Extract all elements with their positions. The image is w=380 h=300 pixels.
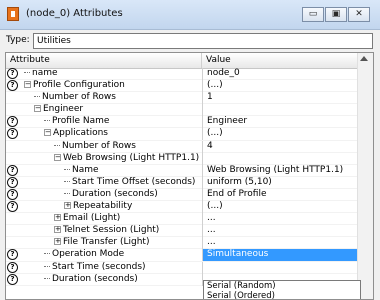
table-row[interactable]: + File Transfer (Light)...	[6, 237, 358, 250]
value-cell[interactable]	[202, 152, 358, 165]
attribute-cell: Number of Rows	[6, 92, 230, 104]
tree-line-icon	[64, 168, 70, 170]
table-row[interactable]: + Telnet Session (Light)...	[6, 225, 358, 238]
table-row[interactable]: ? Start Time Offset (seconds) uniform (5,1…	[6, 176, 358, 189]
attribute-label: Engineer	[43, 104, 84, 115]
tree-line-icon	[44, 120, 50, 122]
tree-line-icon	[44, 277, 50, 279]
app-icon	[7, 7, 19, 21]
attribute-cell: − Profile Configuration	[6, 80, 220, 92]
value-cell[interactable]: Engineer	[202, 116, 358, 129]
table-row[interactable]: ? + Repeatability (...)	[6, 201, 358, 214]
value-cell[interactable]: End of Profile	[202, 188, 358, 201]
attribute-label: Start Time Offset (seconds)	[72, 176, 196, 187]
value-cell[interactable]: (...)	[202, 80, 358, 93]
expand-icon[interactable]: +	[54, 238, 61, 246]
table-row[interactable]: − Engineer	[6, 104, 358, 117]
table-row[interactable]: Number of Rows 1	[6, 92, 358, 105]
table-row[interactable]: − Web Browsing (Light HTTP1.1)	[6, 152, 358, 165]
value-cell[interactable]: uniform (5,10)	[202, 176, 358, 189]
attribute-label: Web Browsing (Light HTTP1.1)	[63, 152, 200, 163]
window-title: (node_0) Attributes	[26, 8, 123, 19]
attribute-label: Email (Light)	[63, 213, 121, 224]
attribute-label: Number of Rows	[42, 92, 116, 103]
table-row[interactable]: ? Duration (seconds) End of Profile	[6, 188, 358, 202]
type-bar: Type:	[5, 33, 375, 49]
attribute-label: Profile Name	[52, 116, 110, 127]
vertical-scrollbar[interactable]	[357, 53, 373, 299]
collapse-icon[interactable]: −	[34, 105, 41, 113]
attribute-label: Number of Rows	[62, 140, 136, 151]
collapse-icon[interactable]: −	[44, 129, 51, 137]
operation-mode-dropdown[interactable]: Serial (Random) Serial (Ordered)	[203, 280, 361, 299]
dropdown-option[interactable]: Serial (Random)	[204, 281, 360, 291]
table-row[interactable]: Number of Rows 4	[6, 140, 358, 153]
attributes-window: (node_0) Attributes ▭ ▣ ✕ Type: Attribut…	[0, 0, 380, 300]
tree-line-icon	[64, 192, 70, 194]
tree-line-icon	[24, 72, 30, 73]
attribute-label: Profile Configuration	[33, 80, 125, 91]
attribute-label: Duration (seconds)	[52, 273, 138, 284]
type-input[interactable]	[33, 33, 373, 49]
value-cell[interactable]: ...	[202, 237, 358, 250]
value-cell[interactable]	[202, 261, 358, 274]
maximize-button[interactable]: ▣	[325, 7, 347, 22]
attribute-label: Telnet Session (Light)	[63, 225, 160, 236]
tree-line-icon	[34, 96, 40, 98]
value-cell[interactable]: Web Browsing (Light HTTP1.1)	[202, 164, 358, 177]
attribute-label: Repeatability	[73, 201, 133, 212]
expand-icon[interactable]: +	[54, 214, 61, 222]
tree-line-icon	[64, 180, 70, 182]
collapse-icon[interactable]: −	[54, 153, 61, 161]
attribute-label: Duration (seconds)	[72, 188, 158, 199]
table-row[interactable]: ? Profile Name Engineer	[6, 116, 358, 129]
attribute-cell: − Engineer	[6, 104, 230, 116]
type-label: Type:	[6, 35, 30, 45]
table-row[interactable]: + Email (Light)...	[6, 213, 358, 226]
expand-icon[interactable]: +	[64, 202, 71, 210]
attributes-grid: Attribute Value ? name node_0? − Profile Con…	[5, 52, 374, 300]
scroll-up-icon[interactable]	[360, 56, 368, 61]
table-row[interactable]: ? name node_0	[6, 68, 358, 81]
value-cell[interactable]: ...	[202, 213, 358, 226]
table-row[interactable]: ? Start Time (seconds)	[6, 261, 358, 274]
attribute-label: Operation Mode	[52, 249, 125, 260]
grid-header: Attribute Value	[6, 53, 358, 69]
value-cell[interactable]: 4	[202, 140, 358, 153]
table-row[interactable]: ? − Profile Configuration (...)	[6, 80, 358, 93]
table-row[interactable]: ? Name Web Browsing (Light HTTP1.1)	[6, 164, 358, 177]
attribute-label: Start Time (seconds)	[52, 261, 146, 272]
expand-icon[interactable]: +	[54, 226, 61, 234]
window-controls: ▭ ▣ ✕	[301, 7, 370, 22]
value-column-header[interactable]: Value	[202, 53, 358, 68]
value-cell[interactable]: 1	[202, 92, 358, 105]
attribute-cell: name	[6, 68, 220, 80]
table-row[interactable]: ? Operation Mode Simultaneous	[6, 249, 358, 262]
close-button[interactable]: ✕	[348, 7, 370, 22]
tree-line-icon	[44, 253, 50, 255]
value-cell[interactable]: (...)	[202, 201, 358, 214]
attribute-label: File Transfer (Light)	[63, 237, 150, 248]
attribute-label: name	[32, 68, 58, 78]
attribute-column-header[interactable]: Attribute	[6, 53, 202, 68]
tree-line-icon	[54, 144, 60, 146]
value-cell[interactable]: node_0	[202, 68, 358, 80]
collapse-icon[interactable]: −	[24, 81, 31, 89]
attribute-label: Name	[72, 164, 99, 175]
attribute-rows: ? name node_0? − Profile Configuration (...) N…	[6, 68, 358, 286]
attribute-label: Applications	[53, 128, 108, 139]
title-bar: (node_0) Attributes ▭ ▣ ✕	[0, 0, 380, 30]
value-cell[interactable]	[202, 104, 358, 117]
value-cell[interactable]: (...)	[202, 128, 358, 141]
value-cell[interactable]: ...	[202, 225, 358, 238]
table-row[interactable]: ? − Applications (...)	[6, 128, 358, 141]
tree-line-icon	[44, 265, 50, 267]
value-cell[interactable]: Simultaneous	[202, 249, 358, 262]
dropdown-option[interactable]: Serial (Ordered)	[204, 291, 360, 299]
minimize-button[interactable]: ▭	[302, 7, 324, 22]
